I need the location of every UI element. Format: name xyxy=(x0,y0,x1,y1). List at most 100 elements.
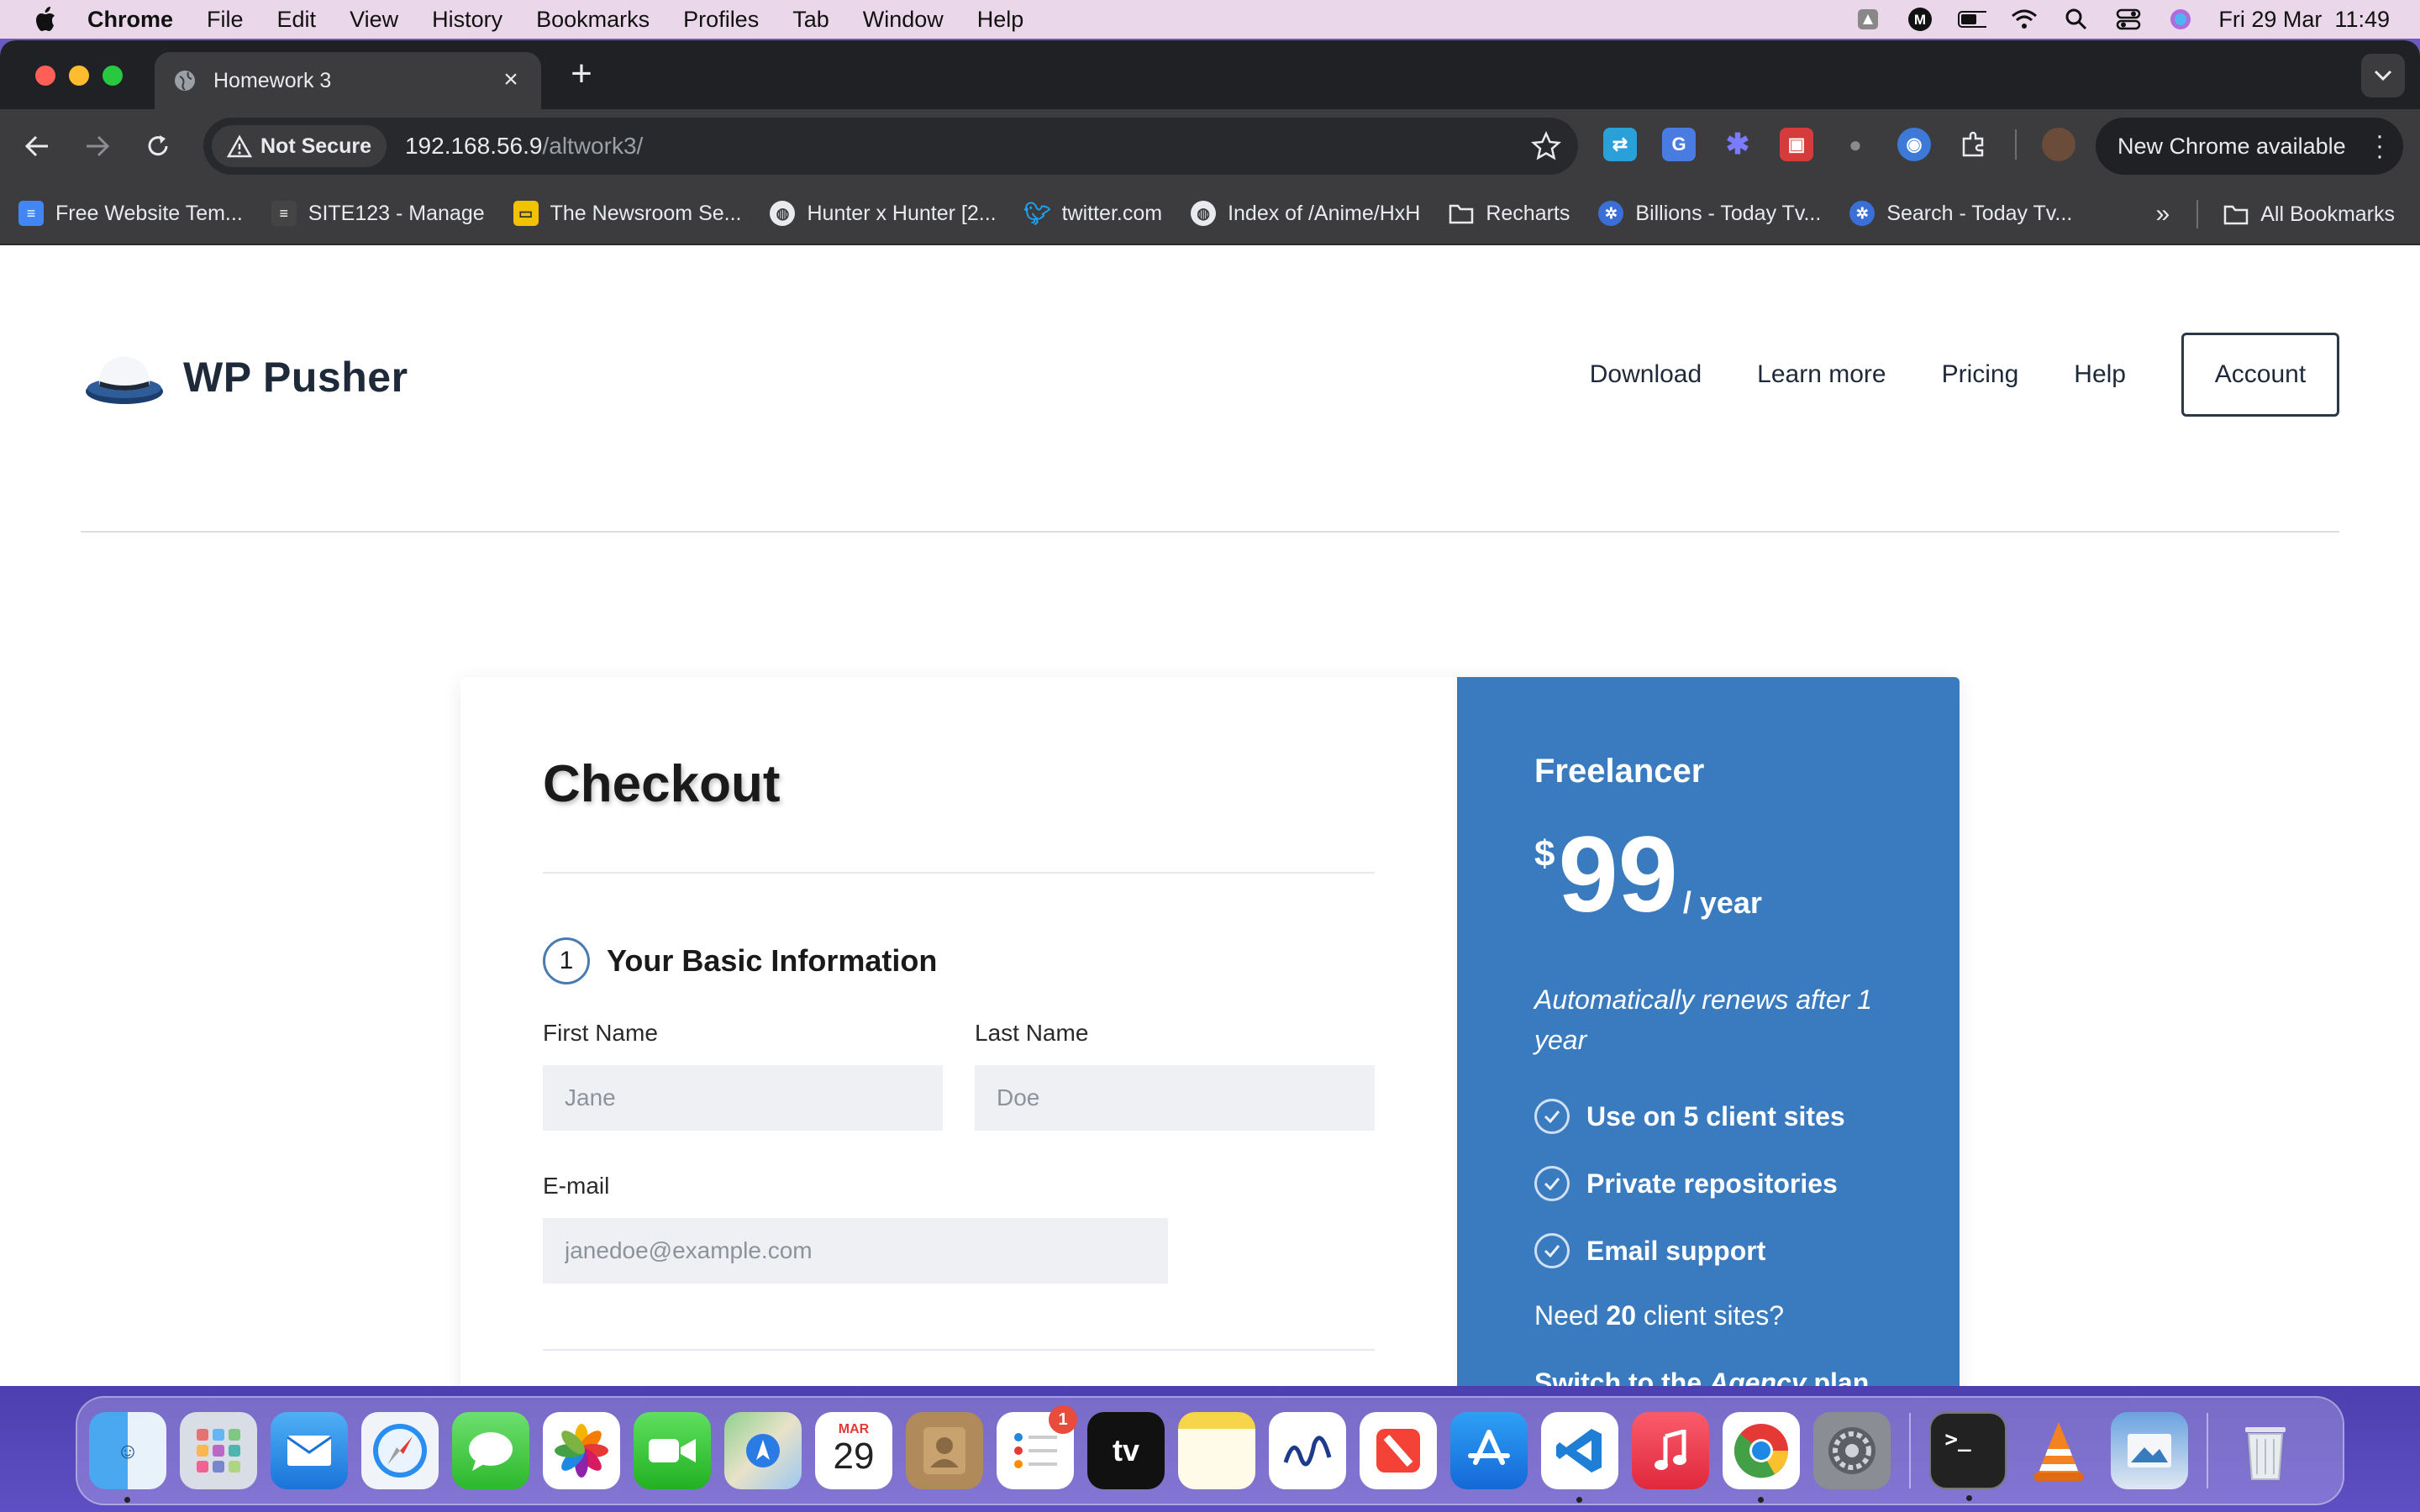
menu-tab[interactable]: Tab xyxy=(792,7,829,33)
calendar-icon[interactable]: MAR 29 xyxy=(815,1412,892,1489)
system-settings-icon[interactable] xyxy=(1813,1412,1891,1489)
facetime-icon[interactable] xyxy=(634,1412,711,1489)
checkout-title: Checkout xyxy=(543,755,781,813)
url-text[interactable]: 192.168.56.9/altwork3/ xyxy=(405,133,643,160)
menu-edit[interactable]: Edit xyxy=(277,7,317,33)
menu-bookmarks[interactable]: Bookmarks xyxy=(536,7,650,33)
finder-icon[interactable]: ☺ xyxy=(89,1412,166,1503)
bookmark-item[interactable]: 🐦︎ twitter.com xyxy=(1023,201,1163,226)
nav-learn-more-link[interactable]: Learn more xyxy=(1757,360,1886,389)
tab-search-button[interactable] xyxy=(2361,54,2405,97)
bookmarks-right: » All Bookmarks xyxy=(2156,183,2395,245)
photos-icon[interactable] xyxy=(543,1412,620,1489)
site-logo[interactable]: WP Pusher xyxy=(84,348,408,407)
menu-help[interactable]: Help xyxy=(977,7,1024,33)
bookmark-item[interactable]: ◍ Index of /Anime/HxH xyxy=(1191,201,1420,226)
extension-spark-icon[interactable]: ✱ xyxy=(1721,128,1754,161)
reminders-icon[interactable]: 1 xyxy=(997,1405,1077,1489)
account-button[interactable]: Account xyxy=(2181,333,2339,417)
close-tab-icon[interactable]: × xyxy=(499,67,523,92)
terminal-icon[interactable]: >_ xyxy=(1929,1412,2007,1501)
wifi-icon[interactable] xyxy=(2010,7,2039,32)
menu-app-name[interactable]: Chrome xyxy=(87,7,173,33)
reload-button[interactable] xyxy=(141,129,175,163)
music-icon[interactable] xyxy=(1632,1412,1709,1489)
switch-to-agency-link[interactable]: Switch to the Agency plan xyxy=(1534,1368,1870,1386)
extensions-puzzle-icon[interactable] xyxy=(1956,128,1990,161)
menu-view[interactable]: View xyxy=(350,7,398,33)
notes-icon[interactable] xyxy=(1178,1412,1255,1489)
bookmark-folder[interactable]: Recharts xyxy=(1449,201,1570,226)
email-input[interactable] xyxy=(543,1218,1168,1284)
plan-feature: Private repositories xyxy=(1534,1166,1838,1201)
battery-icon[interactable] xyxy=(1958,7,1987,32)
vscode-icon[interactable] xyxy=(1541,1412,1618,1503)
google-translate-icon[interactable]: G xyxy=(1662,128,1696,161)
siri-icon[interactable] xyxy=(2166,7,2195,32)
bookmark-label: twitter.com xyxy=(1061,201,1163,225)
contacts-icon[interactable] xyxy=(906,1412,983,1489)
more-menu-icon[interactable]: · · · xyxy=(2375,123,2385,169)
back-button[interactable] xyxy=(20,129,54,163)
menu-window[interactable]: Window xyxy=(863,7,944,33)
bookmark-item[interactable]: ✲ Billions - Today Tv... xyxy=(1598,201,1821,226)
messages-icon[interactable] xyxy=(452,1412,529,1489)
new-tab-button[interactable]: + xyxy=(563,55,600,94)
launchpad-icon[interactable] xyxy=(180,1412,257,1489)
menubar-clock[interactable]: Fri 29 Mar 11:49 xyxy=(2218,7,2390,33)
nav-help-link[interactable]: Help xyxy=(2074,360,2126,389)
first-name-input[interactable] xyxy=(543,1065,943,1131)
forward-button[interactable] xyxy=(81,129,114,163)
apple-menu-icon[interactable] xyxy=(30,4,60,34)
maps-icon[interactable] xyxy=(724,1412,802,1489)
tab-title: Homework 3 xyxy=(213,68,332,92)
extension-red-icon[interactable]: ▣ xyxy=(1780,128,1813,161)
nav-pricing-link[interactable]: Pricing xyxy=(1942,360,2019,389)
extension-globe-icon[interactable]: ◉ xyxy=(1897,128,1931,161)
film-icon: ✲ xyxy=(1598,201,1624,226)
address-bar[interactable]: Not Secure 192.168.56.9/altwork3/ xyxy=(203,118,1578,175)
all-bookmarks-folder[interactable]: All Bookmarks xyxy=(2223,202,2395,227)
safari-icon[interactable] xyxy=(361,1412,439,1489)
menu-profiles[interactable]: Profiles xyxy=(683,7,759,33)
drive-status-icon[interactable] xyxy=(1854,7,1882,32)
news-icon[interactable] xyxy=(1360,1412,1437,1489)
tab-homework-3[interactable]: Homework 3 × xyxy=(155,52,541,109)
m-app-icon[interactable]: M xyxy=(1906,7,1934,32)
extension-grey-icon[interactable]: ● xyxy=(1839,128,1872,161)
menu-file[interactable]: File xyxy=(207,7,244,33)
security-chip[interactable]: Not Secure xyxy=(212,125,387,167)
preview-icon[interactable] xyxy=(2111,1412,2188,1489)
site-icon: ≡ xyxy=(271,201,297,226)
menu-history[interactable]: History xyxy=(432,7,502,33)
film-icon: ✲ xyxy=(1849,201,1876,226)
apple-tv-icon[interactable]: tv xyxy=(1087,1412,1165,1489)
bookmark-item[interactable]: ◍ Hunter x Hunter [2... xyxy=(770,201,997,226)
tv-icon: ▭ xyxy=(513,201,539,226)
bookmark-item[interactable]: ✲ Search - Today Tv... xyxy=(1849,201,2072,226)
web-page: WP Pusher Download Learn more Pricing He… xyxy=(0,245,2420,1386)
new-chrome-available-button[interactable]: New Chrome available · · · xyxy=(2096,118,2403,175)
nav-download-link[interactable]: Download xyxy=(1590,360,1702,389)
vlc-icon[interactable] xyxy=(2020,1412,2097,1489)
more-bookmarks-icon[interactable]: » xyxy=(2156,200,2170,228)
last-name-input[interactable] xyxy=(975,1065,1375,1131)
chrome-icon[interactable] xyxy=(1723,1412,1800,1503)
need-prefix: Need xyxy=(1534,1300,1607,1331)
app-store-icon[interactable] xyxy=(1450,1412,1528,1489)
mail-icon[interactable] xyxy=(271,1412,348,1489)
bookmark-item[interactable]: ≡ Free Website Tem... xyxy=(18,201,243,226)
freeform-icon[interactable] xyxy=(1269,1412,1346,1489)
folder-icon xyxy=(1449,201,1474,226)
control-center-icon[interactable] xyxy=(2114,7,2143,32)
trash-icon[interactable] xyxy=(2227,1412,2304,1489)
profile-avatar[interactable] xyxy=(2042,128,2075,161)
close-window-button[interactable] xyxy=(35,66,55,86)
spotlight-search-icon[interactable] xyxy=(2062,7,2091,32)
bookmark-item[interactable]: ≡ SITE123 - Manage xyxy=(271,201,485,226)
minimize-window-button[interactable] xyxy=(69,66,89,86)
maximize-window-button[interactable] xyxy=(103,66,123,86)
bookmark-star-icon[interactable] xyxy=(1531,131,1561,161)
extension-translate-icon[interactable]: ⇄ xyxy=(1603,128,1637,161)
bookmark-item[interactable]: ▭ The Newsroom Se... xyxy=(513,201,741,226)
